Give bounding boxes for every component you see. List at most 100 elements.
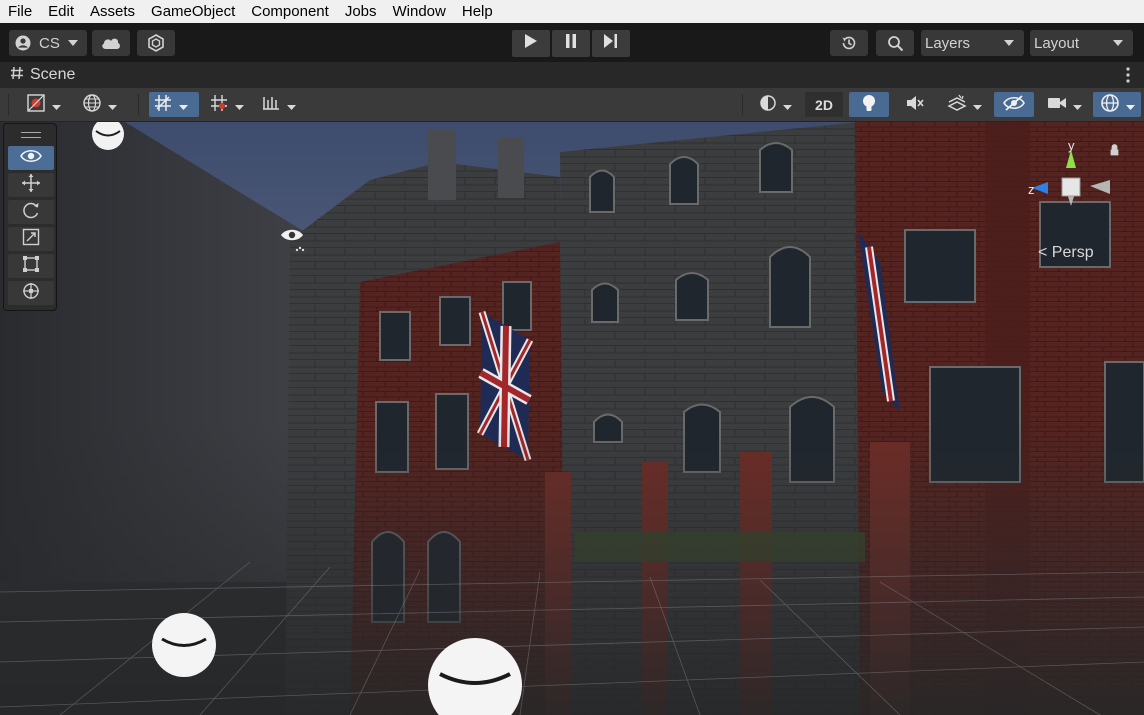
play-icon	[525, 34, 537, 53]
rect-tool-button[interactable]	[8, 254, 54, 278]
scale-icon	[22, 228, 40, 251]
menu-edit[interactable]: Edit	[40, 0, 82, 23]
increment-snap-dropdown[interactable]	[202, 92, 250, 117]
separator	[138, 94, 139, 115]
audio-toggle[interactable]	[895, 92, 935, 117]
layout-dropdown[interactable]: Layout	[1030, 30, 1133, 56]
search-icon	[887, 35, 904, 52]
axis-gizmo-graphic	[1032, 144, 1119, 206]
chevron-down-icon	[1004, 40, 1014, 46]
shading-mode-dropdown[interactable]	[752, 92, 798, 117]
camera-settings-dropdown[interactable]	[1040, 92, 1088, 117]
separator	[742, 94, 743, 115]
scene-view-toolbar: 2D	[0, 88, 1144, 122]
camera-icon	[1047, 96, 1067, 113]
more-options-icon[interactable]	[1126, 67, 1130, 88]
effects-icon	[946, 94, 967, 115]
chevron-down-icon	[1072, 97, 1082, 113]
eye-icon	[20, 149, 42, 168]
tab-scene-label: Scene	[30, 66, 76, 83]
tool-palette	[4, 124, 56, 310]
chevron-down-icon	[234, 97, 244, 113]
cloud-button[interactable]	[92, 30, 130, 56]
scene-render	[0, 122, 1144, 715]
scene-visibility-marker[interactable]	[279, 226, 307, 259]
orientation-gizmo[interactable]: y z	[1022, 138, 1122, 235]
undo-history-button[interactable]	[830, 30, 868, 56]
toggle-2d-button[interactable]: 2D	[805, 92, 843, 117]
eye-hidden-icon	[1003, 95, 1025, 114]
history-icon	[840, 34, 858, 52]
draw-mode-dropdown[interactable]	[18, 92, 68, 117]
search-button[interactable]	[876, 30, 914, 56]
gizmos-dropdown[interactable]	[1093, 92, 1141, 117]
account-label: CS	[39, 34, 60, 52]
globe-icon	[82, 93, 102, 116]
play-button[interactable]	[512, 30, 550, 57]
move-icon	[21, 173, 41, 198]
account-icon	[15, 35, 31, 51]
grid-snap-icon	[153, 93, 173, 116]
chevron-down-icon	[782, 97, 792, 113]
chevron-down-icon	[51, 97, 61, 113]
layout-label: Layout	[1034, 34, 1080, 52]
scene-tab-row: Scene	[0, 62, 1144, 89]
scene-viewport[interactable]	[0, 122, 1144, 715]
layers-label: Layers	[925, 34, 971, 52]
gizmo-globe-icon	[1100, 93, 1120, 116]
menu-bar: File Edit Assets GameObject Component Jo…	[0, 0, 1144, 23]
palette-grip[interactable]	[21, 132, 41, 138]
layers-dropdown[interactable]: Layers	[921, 30, 1024, 56]
main-toolbar: CS Layers Layout	[0, 23, 1144, 62]
chevron-down-icon	[286, 97, 296, 113]
pause-button[interactable]	[552, 30, 590, 57]
rotate-tool-button[interactable]	[8, 200, 54, 224]
grid-snap-toggle[interactable]	[149, 92, 199, 117]
align-snap-dropdown[interactable]	[254, 92, 302, 117]
rotate-icon	[21, 200, 41, 225]
menu-component[interactable]: Component	[243, 0, 337, 23]
rect-transform-icon	[22, 255, 40, 278]
pause-icon	[565, 34, 577, 53]
chevron-down-icon	[67, 40, 78, 46]
step-button[interactable]	[592, 30, 630, 57]
global-local-dropdown[interactable]	[74, 92, 124, 117]
chevron-down-icon	[1125, 97, 1135, 113]
draw-mode-icon	[26, 93, 46, 116]
tab-scene[interactable]: Scene	[10, 62, 75, 88]
chevron-down-icon	[1113, 40, 1123, 46]
menu-jobs[interactable]: Jobs	[337, 0, 385, 23]
hash-icon	[10, 66, 24, 85]
account-dropdown[interactable]: CS	[9, 30, 87, 56]
menu-window[interactable]: Window	[385, 0, 454, 23]
scene-lighting-toggle[interactable]	[849, 92, 889, 117]
menu-gameobject[interactable]: GameObject	[143, 0, 243, 23]
chevron-down-icon	[179, 97, 188, 113]
projection-toggle[interactable]: < Persp	[1038, 244, 1094, 262]
menu-file[interactable]: File	[0, 0, 40, 23]
shaded-sphere-icon	[759, 94, 777, 115]
playmode-controls	[512, 30, 630, 57]
transform-icon	[21, 281, 41, 306]
collab-button[interactable]	[137, 30, 175, 56]
menu-help[interactable]: Help	[454, 0, 501, 23]
toolbar-grip	[8, 94, 9, 115]
menu-assets[interactable]: Assets	[82, 0, 143, 23]
view-tool-button[interactable]	[8, 146, 54, 170]
ruler-icon	[261, 94, 281, 115]
chevron-down-icon	[972, 97, 982, 113]
unity-services-icon	[147, 34, 165, 52]
chevron-down-icon	[107, 97, 117, 113]
increment-snap-icon	[209, 93, 229, 116]
axis-y-label: y	[1068, 138, 1075, 153]
axis-z-label: z	[1028, 182, 1035, 197]
cloud-icon	[101, 36, 121, 50]
transform-tool-button[interactable]	[8, 281, 54, 305]
audio-muted-icon	[905, 94, 925, 115]
lightbulb-icon	[862, 94, 876, 116]
effects-dropdown[interactable]	[940, 92, 988, 117]
step-icon	[604, 34, 618, 53]
scale-tool-button[interactable]	[8, 227, 54, 251]
scene-visibility-toggle[interactable]	[994, 92, 1034, 117]
move-tool-button[interactable]	[8, 173, 54, 197]
